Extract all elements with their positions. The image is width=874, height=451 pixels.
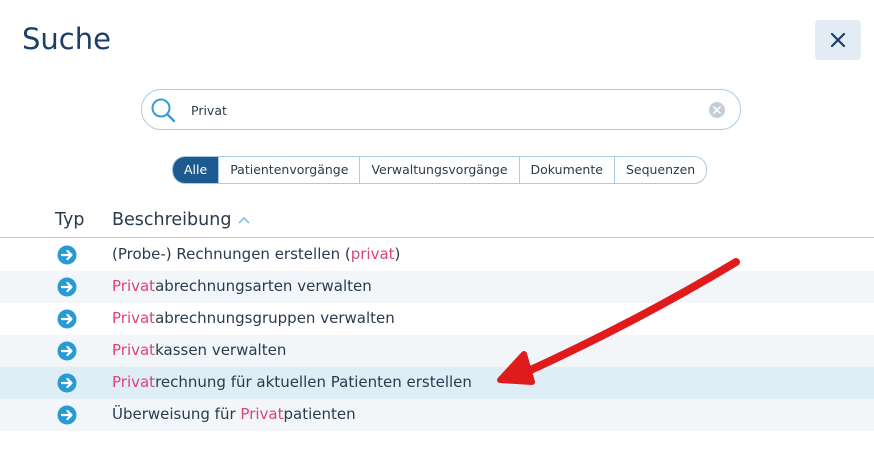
search-icon bbox=[151, 98, 176, 123]
search-match: Privat bbox=[112, 373, 156, 391]
column-header-beschreibung[interactable]: Beschreibung bbox=[112, 210, 250, 230]
filter-tabs: Alle Patientenvorgänge Verwaltungsvorgän… bbox=[172, 156, 708, 184]
dialog-title: Suche bbox=[22, 22, 111, 56]
filter-tab-verwaltungsvorgaenge[interactable]: Verwaltungsvorgänge bbox=[359, 157, 518, 183]
search-input[interactable] bbox=[191, 99, 691, 121]
clear-search-button[interactable] bbox=[709, 102, 725, 118]
arrow-right-circle-icon bbox=[57, 309, 77, 329]
result-label: Überweisung für Privatpatienten bbox=[112, 405, 356, 423]
result-row[interactable]: Privatkassen verwalten bbox=[0, 335, 874, 367]
result-row[interactable]: (Probe-) Rechnungen erstellen (privat) bbox=[0, 239, 874, 271]
search-match: Privat bbox=[112, 277, 156, 295]
result-label: Privatrechnung für aktuellen Patienten e… bbox=[112, 373, 472, 391]
filter-tab-patientenvorgaenge[interactable]: Patientenvorgänge bbox=[218, 157, 359, 183]
arrow-right-circle-icon bbox=[57, 277, 77, 297]
filter-tab-sequenzen[interactable]: Sequenzen bbox=[613, 157, 706, 183]
result-row[interactable]: Privatabrechnungsarten verwalten bbox=[0, 271, 874, 303]
clear-icon bbox=[713, 106, 721, 114]
header-divider bbox=[0, 237, 874, 238]
result-label: Privatabrechnungsarten verwalten bbox=[112, 277, 372, 295]
column-header-typ[interactable]: Typ bbox=[55, 210, 84, 230]
result-label: (Probe-) Rechnungen erstellen (privat) bbox=[112, 245, 401, 263]
column-header-beschreibung-label: Beschreibung bbox=[112, 210, 232, 230]
result-row[interactable]: Privatabrechnungsgruppen verwalten bbox=[0, 303, 874, 335]
arrow-right-circle-icon bbox=[57, 341, 77, 361]
result-label: Privatkassen verwalten bbox=[112, 341, 287, 359]
arrow-right-circle-icon bbox=[57, 405, 77, 425]
arrow-right-circle-icon bbox=[57, 245, 77, 265]
result-row[interactable]: Überweisung für Privatpatienten bbox=[0, 399, 874, 431]
search-box bbox=[141, 89, 741, 130]
search-match: privat bbox=[350, 245, 395, 263]
sort-ascending-icon bbox=[239, 217, 250, 224]
search-match: Privat bbox=[112, 309, 156, 327]
search-match: Privat bbox=[112, 341, 156, 359]
results-list: (Probe-) Rechnungen erstellen (privat) P… bbox=[0, 239, 874, 431]
close-icon bbox=[830, 32, 846, 48]
filter-tab-alle[interactable]: Alle bbox=[173, 157, 219, 183]
result-row[interactable]: Privatrechnung für aktuellen Patienten e… bbox=[0, 367, 874, 399]
close-button[interactable] bbox=[815, 20, 861, 60]
arrow-right-circle-icon bbox=[57, 373, 77, 393]
filter-tab-dokumente[interactable]: Dokumente bbox=[518, 157, 614, 183]
result-label: Privatabrechnungsgruppen verwalten bbox=[112, 309, 395, 327]
search-match: Privat bbox=[240, 405, 284, 423]
